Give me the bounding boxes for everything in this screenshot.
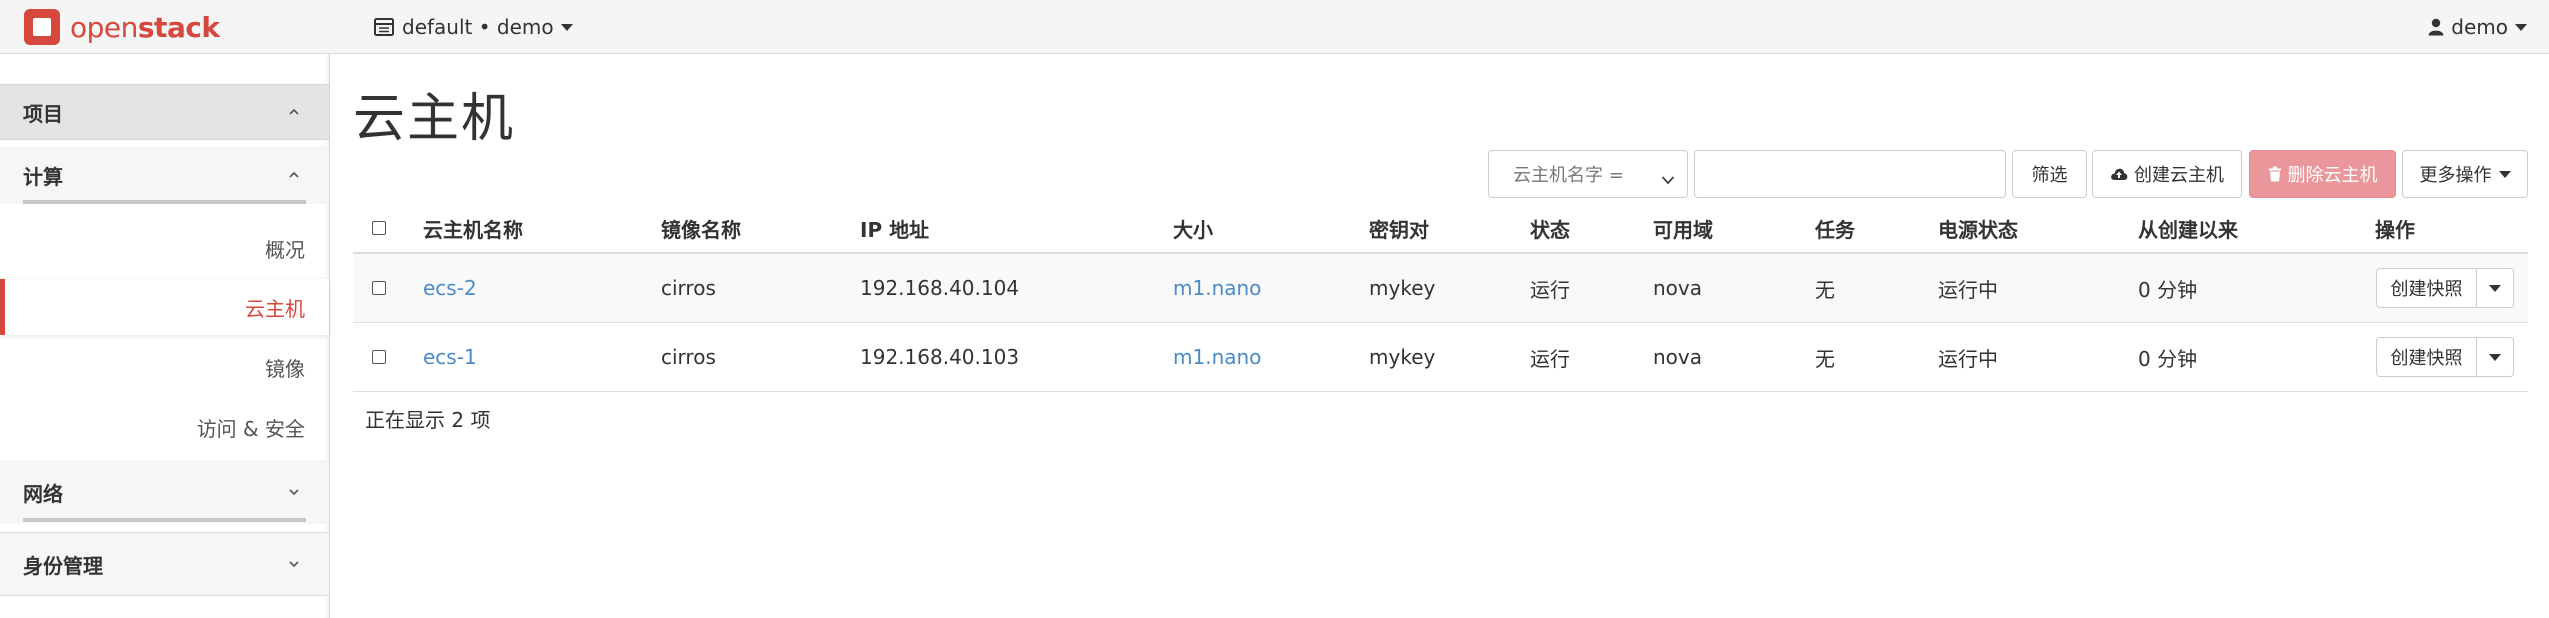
- top-navbar: openstack default • demo demo: [0, 0, 2549, 54]
- image-name-cell: cirros: [661, 345, 716, 369]
- row-actions-toggle[interactable]: [2476, 268, 2514, 308]
- flavor-link[interactable]: m1.nano: [1173, 323, 1261, 391]
- age-cell: 0 分钟: [2138, 277, 2198, 302]
- filter-button[interactable]: 筛选: [2012, 150, 2087, 198]
- delete-instances-button[interactable]: 删除云主机: [2249, 150, 2396, 198]
- row-checkbox[interactable]: [372, 350, 386, 364]
- sidebar-item-images[interactable]: 镜像: [0, 339, 329, 395]
- more-actions-button[interactable]: 更多操作: [2402, 150, 2528, 198]
- table-header: 云主机名称 镜像名称 IP 地址 大小 密钥对 状态 可用域 任务 电源状态 从…: [353, 204, 2528, 254]
- instance-name-link[interactable]: ecs-1: [423, 323, 477, 391]
- sidebar-item-label: 访问 & 安全: [196, 416, 305, 441]
- table-footer-count: 正在显示 2 项: [365, 408, 491, 432]
- sidebar-item-access-security[interactable]: 访问 & 安全: [0, 399, 329, 455]
- create-instance-button[interactable]: 创建云主机: [2092, 150, 2242, 198]
- sidebar-item-instances[interactable]: 云主机: [0, 279, 329, 335]
- keypair-cell: mykey: [1369, 345, 1436, 369]
- column-header: 操作: [2375, 217, 2415, 242]
- brand-logo[interactable]: openstack: [22, 6, 220, 48]
- chevron-down-icon: [289, 487, 299, 497]
- sidebar-panel-label: 身份管理: [23, 553, 103, 578]
- caret-down-icon: [2489, 284, 2501, 292]
- column-header[interactable]: 电源状态: [1938, 204, 2018, 252]
- power-state-cell: 运行中: [1938, 277, 1998, 302]
- row-actions-toggle[interactable]: [2476, 337, 2514, 377]
- row-actions: 创建快照: [2376, 337, 2514, 377]
- sidebar-item-label: 概况: [265, 237, 305, 262]
- sidebar-panel-network[interactable]: 网络: [0, 460, 329, 524]
- project-switcher-label: default • demo: [402, 15, 554, 39]
- column-header[interactable]: 从创建以来: [2138, 204, 2238, 252]
- row-checkbox[interactable]: [372, 281, 386, 295]
- select-all-cell: [372, 204, 386, 252]
- column-header[interactable]: 镜像名称: [661, 204, 741, 252]
- user-menu[interactable]: demo: [2428, 12, 2527, 42]
- sidebar-panel-label: 项目: [23, 101, 63, 126]
- filter-input[interactable]: [1694, 150, 2006, 198]
- image-name-cell: cirros: [661, 276, 716, 300]
- filter-field-label: 云主机名字 =: [1513, 165, 1624, 186]
- power-state-cell: 运行中: [1938, 346, 1998, 371]
- chevron-up-icon: [289, 107, 299, 117]
- column-header[interactable]: 状态: [1530, 204, 1570, 252]
- chevron-down-icon: [1661, 169, 1675, 190]
- select-all-checkbox[interactable]: [372, 221, 386, 235]
- ip-address-cell: 192.168.40.103: [860, 345, 1020, 369]
- sidebar-panel-compute[interactable]: 计算: [0, 146, 329, 204]
- instance-name-link[interactable]: ecs-2: [423, 254, 477, 322]
- task-cell: 无: [1815, 346, 1835, 371]
- filter-field-select[interactable]: 云主机名字 =: [1488, 150, 1688, 198]
- more-actions-label: 更多操作: [2419, 165, 2492, 186]
- caret-down-icon: [2515, 23, 2527, 31]
- row-actions: 创建快照: [2376, 268, 2514, 308]
- openstack-logo-icon: [24, 9, 60, 45]
- sidebar-divider: [23, 518, 306, 522]
- user-name: demo: [2451, 15, 2508, 39]
- chevron-down-icon: [289, 559, 299, 569]
- cloud-upload-icon: [2111, 168, 2128, 180]
- column-header[interactable]: IP 地址: [860, 204, 929, 252]
- caret-down-icon: [2489, 353, 2501, 361]
- row-select-cell: [372, 254, 386, 322]
- column-header[interactable]: 大小: [1173, 204, 1213, 252]
- keypair-cell: mykey: [1369, 276, 1436, 300]
- task-cell: 无: [1815, 277, 1835, 302]
- create-snapshot-button[interactable]: 创建快照: [2376, 268, 2476, 308]
- age-cell: 0 分钟: [2138, 346, 2198, 371]
- sidebar-panel-project[interactable]: 项目: [0, 84, 329, 140]
- sidebar: 项目 计算 概况 云主机 镜像 访问 & 安全 网络 身份管理: [0, 54, 330, 618]
- status-cell: 运行: [1530, 346, 1570, 371]
- column-header[interactable]: 可用域: [1653, 204, 1713, 252]
- chevron-up-icon: [289, 170, 299, 180]
- availability-zone-cell: nova: [1653, 276, 1703, 300]
- column-header[interactable]: 密钥对: [1369, 204, 1429, 252]
- brand-name: openstack: [70, 10, 220, 44]
- flavor-link[interactable]: m1.nano: [1173, 254, 1261, 322]
- availability-zone-cell: nova: [1653, 345, 1703, 369]
- user-icon: [2428, 18, 2444, 36]
- create-snapshot-button[interactable]: 创建快照: [2376, 337, 2476, 377]
- caret-down-icon: [560, 23, 573, 31]
- sidebar-item-overview[interactable]: 概况: [0, 220, 329, 276]
- page-title: 云主机: [353, 89, 516, 149]
- caret-down-icon: [2498, 170, 2511, 178]
- ip-address-cell: 192.168.40.104: [860, 276, 1020, 300]
- sidebar-panel-identity[interactable]: 身份管理: [0, 532, 329, 596]
- sidebar-item-label: 镜像: [265, 356, 305, 381]
- status-cell: 运行: [1530, 277, 1570, 302]
- row-select-cell: [372, 323, 386, 391]
- create-instance-label: 创建云主机: [2134, 165, 2224, 186]
- sidebar-panel-label: 计算: [23, 164, 63, 189]
- table-row: ecs-2 cirros 192.168.40.104 m1.nano myke…: [353, 254, 2528, 323]
- project-switcher[interactable]: default • demo: [374, 12, 573, 42]
- column-header[interactable]: 云主机名称: [423, 204, 523, 252]
- column-header[interactable]: 任务: [1815, 204, 1855, 252]
- sidebar-panel-label: 网络: [23, 481, 63, 506]
- sidebar-item-label: 云主机: [245, 296, 305, 321]
- trash-icon: [2268, 166, 2281, 182]
- delete-instances-label: 删除云主机: [2287, 165, 2378, 186]
- project-icon: [374, 18, 394, 36]
- table-row: ecs-1 cirros 192.168.40.103 m1.nano myke…: [353, 323, 2528, 392]
- sidebar-divider: [23, 200, 306, 204]
